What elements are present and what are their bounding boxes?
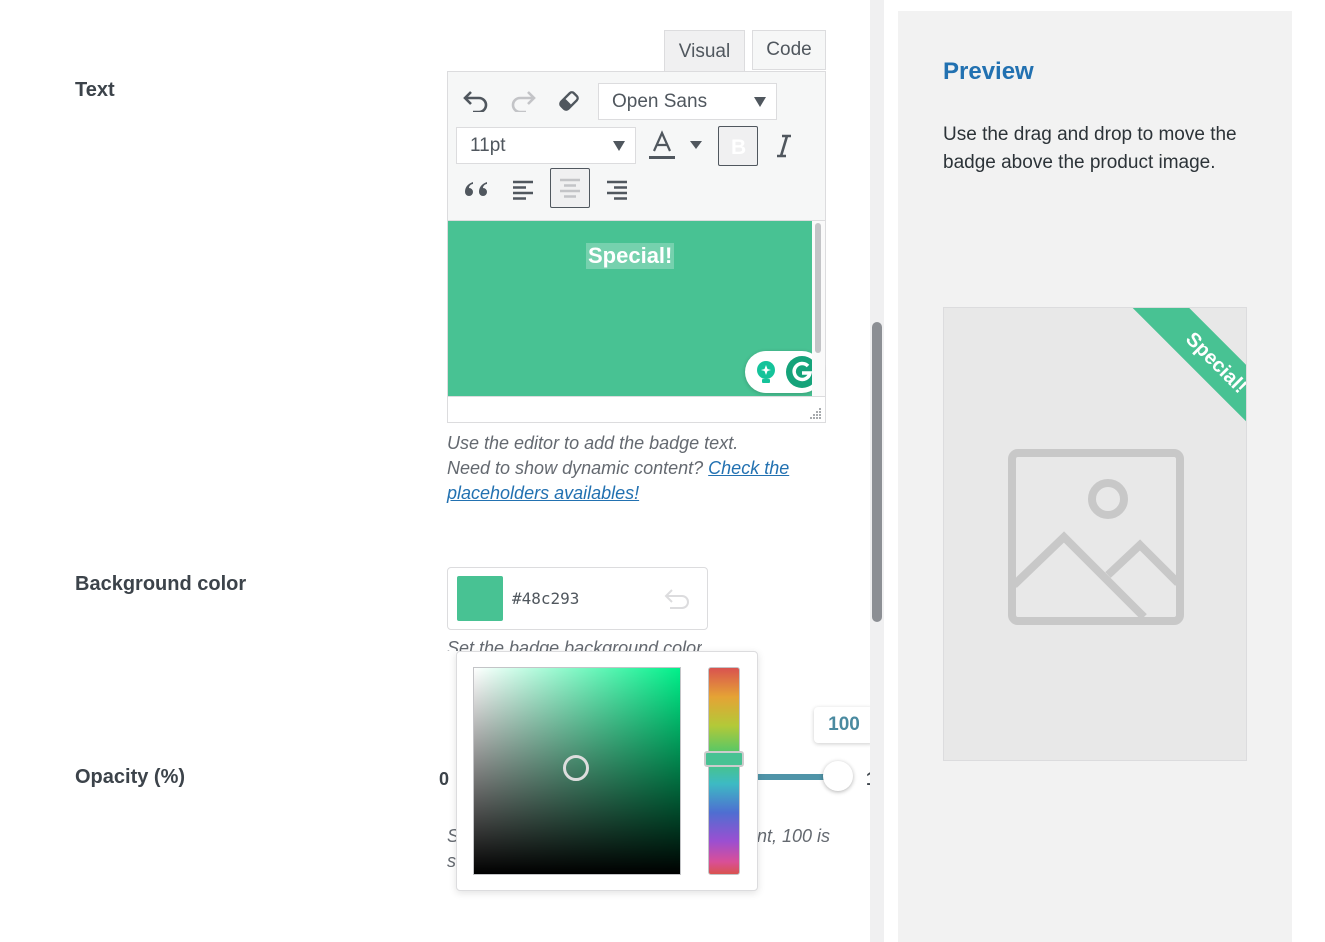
text-label: Text (75, 79, 115, 101)
opacity-value-bubble: 100 (814, 707, 874, 743)
page-scrollbar[interactable] (870, 0, 884, 942)
badge-text-content: Special! (586, 243, 675, 269)
background-color-field[interactable]: #48c293 (447, 567, 708, 630)
editor-scrollbar[interactable] (812, 221, 825, 396)
lightbulb-icon (757, 361, 775, 383)
opacity-help-head-2: s (447, 851, 456, 871)
resize-handle-icon[interactable] (808, 406, 822, 420)
text-help: Use the editor to add the badge text. Ne… (447, 431, 827, 506)
editor-statusbar (448, 396, 825, 423)
bold-button[interactable]: B (718, 126, 758, 166)
preview-badge[interactable]: Special! (1131, 308, 1247, 448)
text-color-icon[interactable] (643, 125, 681, 165)
align-left-icon[interactable] (503, 170, 543, 210)
preview-title: Preview (943, 58, 1034, 85)
font-size-select[interactable]: 11pt (456, 127, 636, 164)
text-help-line1: Use the editor to add the badge text. (447, 433, 739, 453)
align-center-button[interactable] (550, 168, 590, 208)
background-color-label: Background color (75, 573, 247, 595)
font-family-select[interactable]: Open Sans (598, 83, 777, 120)
preview-description: Use the drag and drop to move the badge … (943, 124, 1237, 173)
align-right-icon[interactable] (597, 170, 637, 210)
opacity-label: Opacity (%) (75, 766, 186, 788)
product-image-placeholder: Special! (943, 307, 1247, 761)
italic-icon[interactable] (764, 126, 804, 166)
saturation-cursor[interactable] (563, 755, 589, 781)
color-hex-value[interactable]: #48c293 (512, 589, 579, 608)
background-color-help: Set the badge background color (447, 638, 703, 651)
hue-handle[interactable] (704, 751, 744, 767)
color-swatch[interactable] (457, 576, 503, 621)
font-size-value: 11pt (470, 134, 506, 156)
text-help-line2: Need to show dynamic content? (447, 458, 704, 478)
opacity-min: 0 (439, 769, 450, 789)
tab-code[interactable]: Code (752, 30, 826, 70)
rich-text-editor: Open Sans 11pt B Special! (447, 71, 826, 423)
editor-toolbar: Open Sans 11pt B (448, 72, 825, 221)
undo-icon[interactable] (456, 81, 496, 121)
editor-scrollbar-thumb[interactable] (815, 223, 821, 353)
image-placeholder-icon (1008, 449, 1184, 625)
chevron-down-icon (613, 140, 625, 151)
text-color-dropdown-icon[interactable] (681, 125, 711, 165)
font-family-value: Open Sans (612, 90, 708, 112)
editor-content-area[interactable]: Special! (448, 221, 823, 396)
preview-panel: Preview Use the drag and drop to move th… (898, 11, 1292, 942)
page-scrollbar-thumb[interactable] (872, 322, 882, 622)
opacity-help-tail: nt, 100 is (757, 826, 831, 846)
redo-icon[interactable] (503, 81, 543, 121)
chevron-down-icon (754, 96, 766, 107)
preview-badge-text: Special! (1181, 327, 1247, 398)
svg-text:B: B (731, 136, 746, 157)
hue-strip[interactable] (708, 667, 740, 875)
reset-color-icon[interactable] (664, 588, 692, 610)
opacity-slider-handle[interactable] (823, 761, 853, 791)
color-picker-popup (456, 651, 758, 891)
eraser-icon[interactable] (549, 81, 589, 121)
tab-visual[interactable]: Visual (664, 30, 745, 72)
blockquote-icon[interactable] (456, 170, 496, 210)
